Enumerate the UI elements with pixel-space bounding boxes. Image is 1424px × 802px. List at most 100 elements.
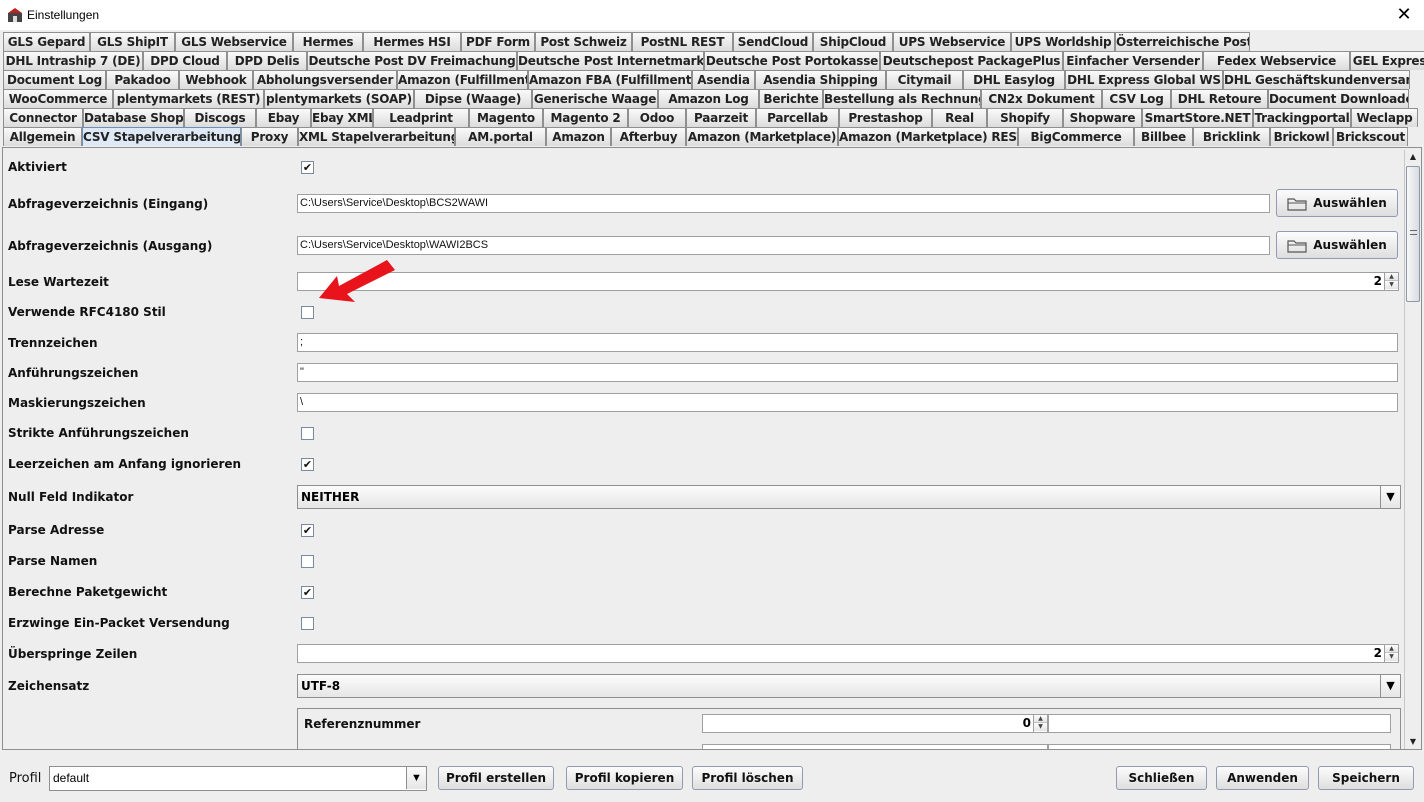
tab[interactable]: UPS Webservice bbox=[893, 32, 1011, 51]
spinner-buttons[interactable]: ▲ ▼ bbox=[1384, 645, 1398, 662]
tab[interactable]: Deutsche Post DV Freimachung bbox=[307, 51, 517, 70]
tab[interactable]: Amazon bbox=[546, 127, 611, 146]
second-field[interactable] bbox=[1048, 744, 1391, 749]
parse-namen-checkbox[interactable] bbox=[301, 555, 314, 568]
tab[interactable]: Document Downloader bbox=[1268, 89, 1409, 108]
tab[interactable]: Document Log bbox=[3, 70, 106, 89]
tab[interactable]: Billbee bbox=[1134, 127, 1193, 146]
auswaehlen-eingang-button[interactable]: Auswählen bbox=[1276, 189, 1398, 217]
tab[interactable]: ShipCloud bbox=[813, 32, 893, 51]
tab[interactable]: Dipse (Waage) bbox=[414, 89, 532, 108]
speichern-button[interactable]: Speichern bbox=[1318, 766, 1414, 790]
tab[interactable]: CSV Stapelverarbeitung bbox=[82, 127, 241, 146]
referenz-spinner[interactable]: 0 ▲ ▼ bbox=[702, 714, 1048, 733]
tab[interactable]: Deutschepost PackagePlus bbox=[880, 51, 1063, 70]
tab[interactable]: Amazon Log bbox=[658, 89, 759, 108]
abfrage-eingang-field[interactable]: C:\Users\Service\Desktop\BCS2WAWI bbox=[297, 194, 1270, 213]
tab[interactable]: Fedex Webservice bbox=[1203, 51, 1350, 70]
tab[interactable]: AM.portal bbox=[455, 127, 546, 146]
tab[interactable]: Magento 2 bbox=[543, 108, 628, 127]
tab[interactable]: Odoo bbox=[628, 108, 686, 127]
abfrage-ausgang-field[interactable]: C:\Users\Service\Desktop\WAWI2BCS bbox=[297, 236, 1270, 255]
close-icon[interactable]: ✕ bbox=[1392, 3, 1416, 27]
tab[interactable]: Amazon FBA (Fulfillment) bbox=[528, 70, 692, 89]
tab[interactable]: Einfacher Versender bbox=[1063, 51, 1203, 70]
tab[interactable]: Webhook bbox=[179, 70, 253, 89]
tab[interactable]: BigCommerce bbox=[1018, 127, 1134, 146]
strikte-checkbox[interactable] bbox=[301, 427, 314, 440]
auswaehlen-ausgang-button[interactable]: Auswählen bbox=[1276, 231, 1398, 259]
tab[interactable]: SmartStore.NET bbox=[1142, 108, 1253, 127]
spin-up-icon[interactable]: ▲ bbox=[1034, 715, 1047, 723]
tab[interactable]: Ebay bbox=[256, 108, 311, 127]
chevron-down-icon[interactable]: ▼ bbox=[1380, 486, 1400, 508]
tab[interactable]: Brickowl bbox=[1270, 127, 1333, 146]
tab[interactable]: Allgemein bbox=[3, 127, 82, 146]
tab[interactable]: DPD Delis bbox=[227, 51, 307, 70]
tab[interactable]: Magento bbox=[469, 108, 543, 127]
tab[interactable]: Proxy bbox=[241, 127, 298, 146]
scroll-thumb[interactable] bbox=[1406, 166, 1420, 302]
trennzeichen-field[interactable]: ; bbox=[297, 333, 1398, 352]
spin-up-icon[interactable]: ▲ bbox=[1385, 645, 1398, 653]
aktiviert-checkbox[interactable]: ✔ bbox=[301, 161, 314, 174]
leerzeichen-checkbox[interactable]: ✔ bbox=[301, 458, 314, 471]
tab[interactable]: CN2x Dokument bbox=[981, 89, 1102, 108]
tab[interactable]: plentymarkets (REST) bbox=[113, 89, 264, 108]
tab[interactable]: Paarzeit bbox=[686, 108, 756, 127]
scroll-down-icon[interactable]: ▼ bbox=[1405, 735, 1421, 749]
tab[interactable]: Afterbuy bbox=[611, 127, 686, 146]
tab[interactable]: DHL Retoure bbox=[1171, 89, 1268, 108]
tab[interactable]: UPS Worldship bbox=[1011, 32, 1115, 51]
tab[interactable]: GLS Webservice bbox=[175, 32, 293, 51]
parse-adresse-checkbox[interactable]: ✔ bbox=[301, 524, 314, 537]
tab[interactable]: Bestellung als Rechnung bbox=[823, 89, 981, 108]
tab[interactable]: Abholungsversender bbox=[253, 70, 397, 89]
spinner-buttons[interactable]: ▲ ▼ bbox=[1384, 273, 1398, 290]
tab[interactable]: Deutsche Post Portokasse bbox=[704, 51, 880, 70]
tab[interactable]: Brickscout bbox=[1333, 127, 1408, 146]
ein-packet-checkbox[interactable] bbox=[301, 617, 314, 630]
tab[interactable]: Leadprint bbox=[373, 108, 469, 127]
spinner-buttons[interactable]: ▲ ▼ bbox=[1033, 715, 1047, 732]
tab[interactable]: Deutsche Post Internetmarke bbox=[517, 51, 704, 70]
tab[interactable]: GLS ShipIT bbox=[90, 32, 175, 51]
tab[interactable]: Shopify bbox=[987, 108, 1063, 127]
tab[interactable]: Hermes bbox=[293, 32, 363, 51]
tab[interactable]: Weclapp bbox=[1351, 108, 1418, 127]
tab[interactable]: DHL Easylog bbox=[963, 70, 1065, 89]
tab[interactable]: Shopware bbox=[1063, 108, 1142, 127]
tab[interactable]: Database Shop bbox=[83, 108, 184, 127]
tab[interactable]: Citymail bbox=[886, 70, 963, 89]
tab[interactable]: Hermes HSI bbox=[363, 32, 461, 51]
spin-down-icon[interactable]: ▼ bbox=[1034, 723, 1047, 731]
tab[interactable]: Post Schweiz bbox=[535, 32, 632, 51]
referenz-field[interactable] bbox=[1048, 714, 1391, 733]
vertical-scrollbar[interactable]: ▲ ▼ bbox=[1404, 150, 1421, 749]
tab[interactable]: Berichte bbox=[759, 89, 823, 108]
tab[interactable]: Bricklink bbox=[1193, 127, 1270, 146]
tab[interactable]: GLS Gepard bbox=[3, 32, 90, 51]
tab[interactable]: DPD Cloud bbox=[143, 51, 227, 70]
tab[interactable]: Pakadoo bbox=[106, 70, 179, 89]
anfuehrungszeichen-field[interactable]: " bbox=[297, 363, 1398, 382]
tab[interactable]: WooCommerce bbox=[3, 89, 113, 108]
tab[interactable]: DHL Intraship 7 (DE) bbox=[3, 51, 143, 70]
profil-kopieren-button[interactable]: Profil kopieren bbox=[566, 766, 683, 790]
tab[interactable]: Discogs bbox=[184, 108, 256, 127]
tab[interactable]: DHL Express Global WS bbox=[1065, 70, 1223, 89]
tab[interactable]: PDF Form bbox=[461, 32, 535, 51]
tab[interactable]: GEL Express bbox=[1350, 51, 1424, 70]
tab[interactable]: Parcellab bbox=[756, 108, 839, 127]
tab[interactable]: Amazon (Marketplace) bbox=[686, 127, 838, 146]
tab[interactable]: Amazon (Marketplace) REST bbox=[838, 127, 1018, 146]
second-spinner[interactable] bbox=[702, 744, 1048, 749]
lese-wartezeit-spinner[interactable]: 2 ▲ ▼ bbox=[297, 272, 1399, 291]
tab[interactable]: CSV Log bbox=[1102, 89, 1171, 108]
profil-select[interactable]: default ▼ bbox=[49, 766, 427, 791]
tab[interactable]: XML Stapelverarbeitung bbox=[298, 127, 455, 146]
tab[interactable]: Connector bbox=[3, 108, 83, 127]
maskierungszeichen-field[interactable]: \ bbox=[297, 393, 1398, 412]
tab[interactable]: Trackingportal bbox=[1253, 108, 1351, 127]
tab[interactable]: Real bbox=[932, 108, 987, 127]
